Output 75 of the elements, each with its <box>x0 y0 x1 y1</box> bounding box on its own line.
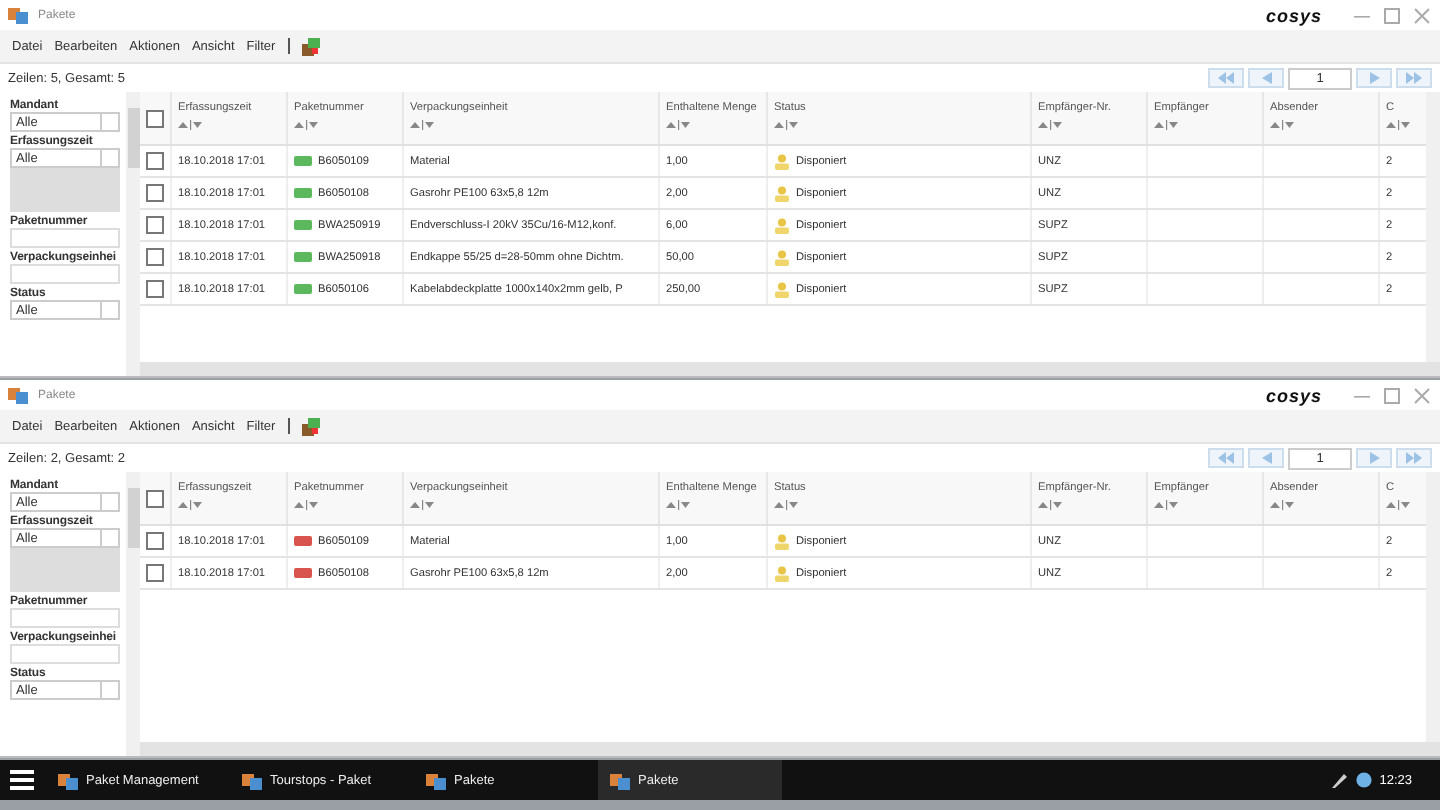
sort-icon[interactable] <box>1038 500 1062 510</box>
sort-icon[interactable] <box>410 120 434 130</box>
sort-icon[interactable] <box>178 500 202 510</box>
sort-icon[interactable] <box>294 500 318 510</box>
filter-field[interactable] <box>10 264 120 284</box>
first-page-icon <box>1216 450 1236 466</box>
app-icon <box>426 771 446 789</box>
row-checkbox[interactable] <box>146 152 164 170</box>
brand-logo: cosys <box>1265 5 1322 25</box>
row-checkbox[interactable] <box>146 184 164 202</box>
sort-icon[interactable] <box>774 500 798 510</box>
sort-icon[interactable] <box>666 500 690 510</box>
app-icon <box>610 771 630 789</box>
scrollbar[interactable] <box>126 472 140 756</box>
row-checkbox[interactable] <box>146 280 164 298</box>
sort-icon[interactable] <box>178 120 202 130</box>
sort-icon[interactable] <box>1154 500 1178 510</box>
sort-icon[interactable] <box>1270 500 1294 510</box>
close-icon[interactable] <box>1412 5 1432 25</box>
person-icon <box>774 565 790 581</box>
last-page-icon <box>1404 70 1424 86</box>
row-checkbox[interactable] <box>146 564 164 582</box>
sort-icon[interactable] <box>1386 120 1410 130</box>
filter-field[interactable] <box>10 608 120 628</box>
person-icon <box>774 249 790 265</box>
last-page-icon <box>1404 450 1424 466</box>
filter-field[interactable] <box>10 644 120 664</box>
maximize-icon[interactable] <box>1382 385 1402 405</box>
person-icon <box>774 281 790 297</box>
globe-icon[interactable] <box>1355 772 1372 788</box>
first-page-button[interactable] <box>1208 448 1244 468</box>
first-page-button[interactable] <box>1208 68 1244 88</box>
menu-icon[interactable] <box>10 770 34 790</box>
row-checkbox[interactable] <box>146 216 164 234</box>
row-checkbox[interactable] <box>146 248 164 266</box>
app-icon <box>8 6 28 24</box>
person-icon <box>774 217 790 233</box>
pen-icon[interactable] <box>1331 772 1348 788</box>
first-page-icon <box>1216 70 1236 86</box>
scrollbar[interactable] <box>140 742 1440 756</box>
toolbar-icon[interactable] <box>301 37 320 55</box>
last-page-button[interactable] <box>1396 448 1432 468</box>
app-icon <box>58 771 78 789</box>
sort-icon[interactable] <box>1270 120 1294 130</box>
prev-page-button[interactable] <box>1248 448 1284 468</box>
sort-icon[interactable] <box>294 120 318 130</box>
select-all-checkbox[interactable] <box>146 489 164 507</box>
row-checkbox[interactable] <box>146 532 164 550</box>
next-page-icon <box>1364 450 1384 466</box>
last-page-button[interactable] <box>1396 68 1432 88</box>
scrollbar[interactable] <box>1426 472 1440 742</box>
sort-icon[interactable] <box>666 120 690 130</box>
next-page-button[interactable] <box>1356 68 1392 88</box>
scrollbar[interactable] <box>140 362 1440 376</box>
maximize-icon[interactable] <box>1382 5 1402 25</box>
next-page-icon <box>1364 70 1384 86</box>
close-icon[interactable] <box>1412 385 1432 405</box>
filter-field[interactable] <box>10 228 120 248</box>
brand-logo: cosys <box>1265 385 1322 405</box>
sort-icon[interactable] <box>1386 500 1410 510</box>
app-icon <box>242 771 262 789</box>
sort-icon[interactable] <box>1038 120 1062 130</box>
prev-page-button[interactable] <box>1248 68 1284 88</box>
toolbar-icon[interactable] <box>301 417 320 435</box>
person-icon <box>774 153 790 169</box>
scrollbar[interactable] <box>126 92 140 376</box>
person-icon <box>774 185 790 201</box>
person-icon <box>774 533 790 549</box>
scrollbar[interactable] <box>1426 92 1440 362</box>
next-page-button[interactable] <box>1356 448 1392 468</box>
sort-icon[interactable] <box>1154 120 1178 130</box>
sort-icon[interactable] <box>774 120 798 130</box>
app-icon <box>8 386 28 404</box>
select-all-checkbox[interactable] <box>146 109 164 127</box>
sort-icon[interactable] <box>410 500 434 510</box>
